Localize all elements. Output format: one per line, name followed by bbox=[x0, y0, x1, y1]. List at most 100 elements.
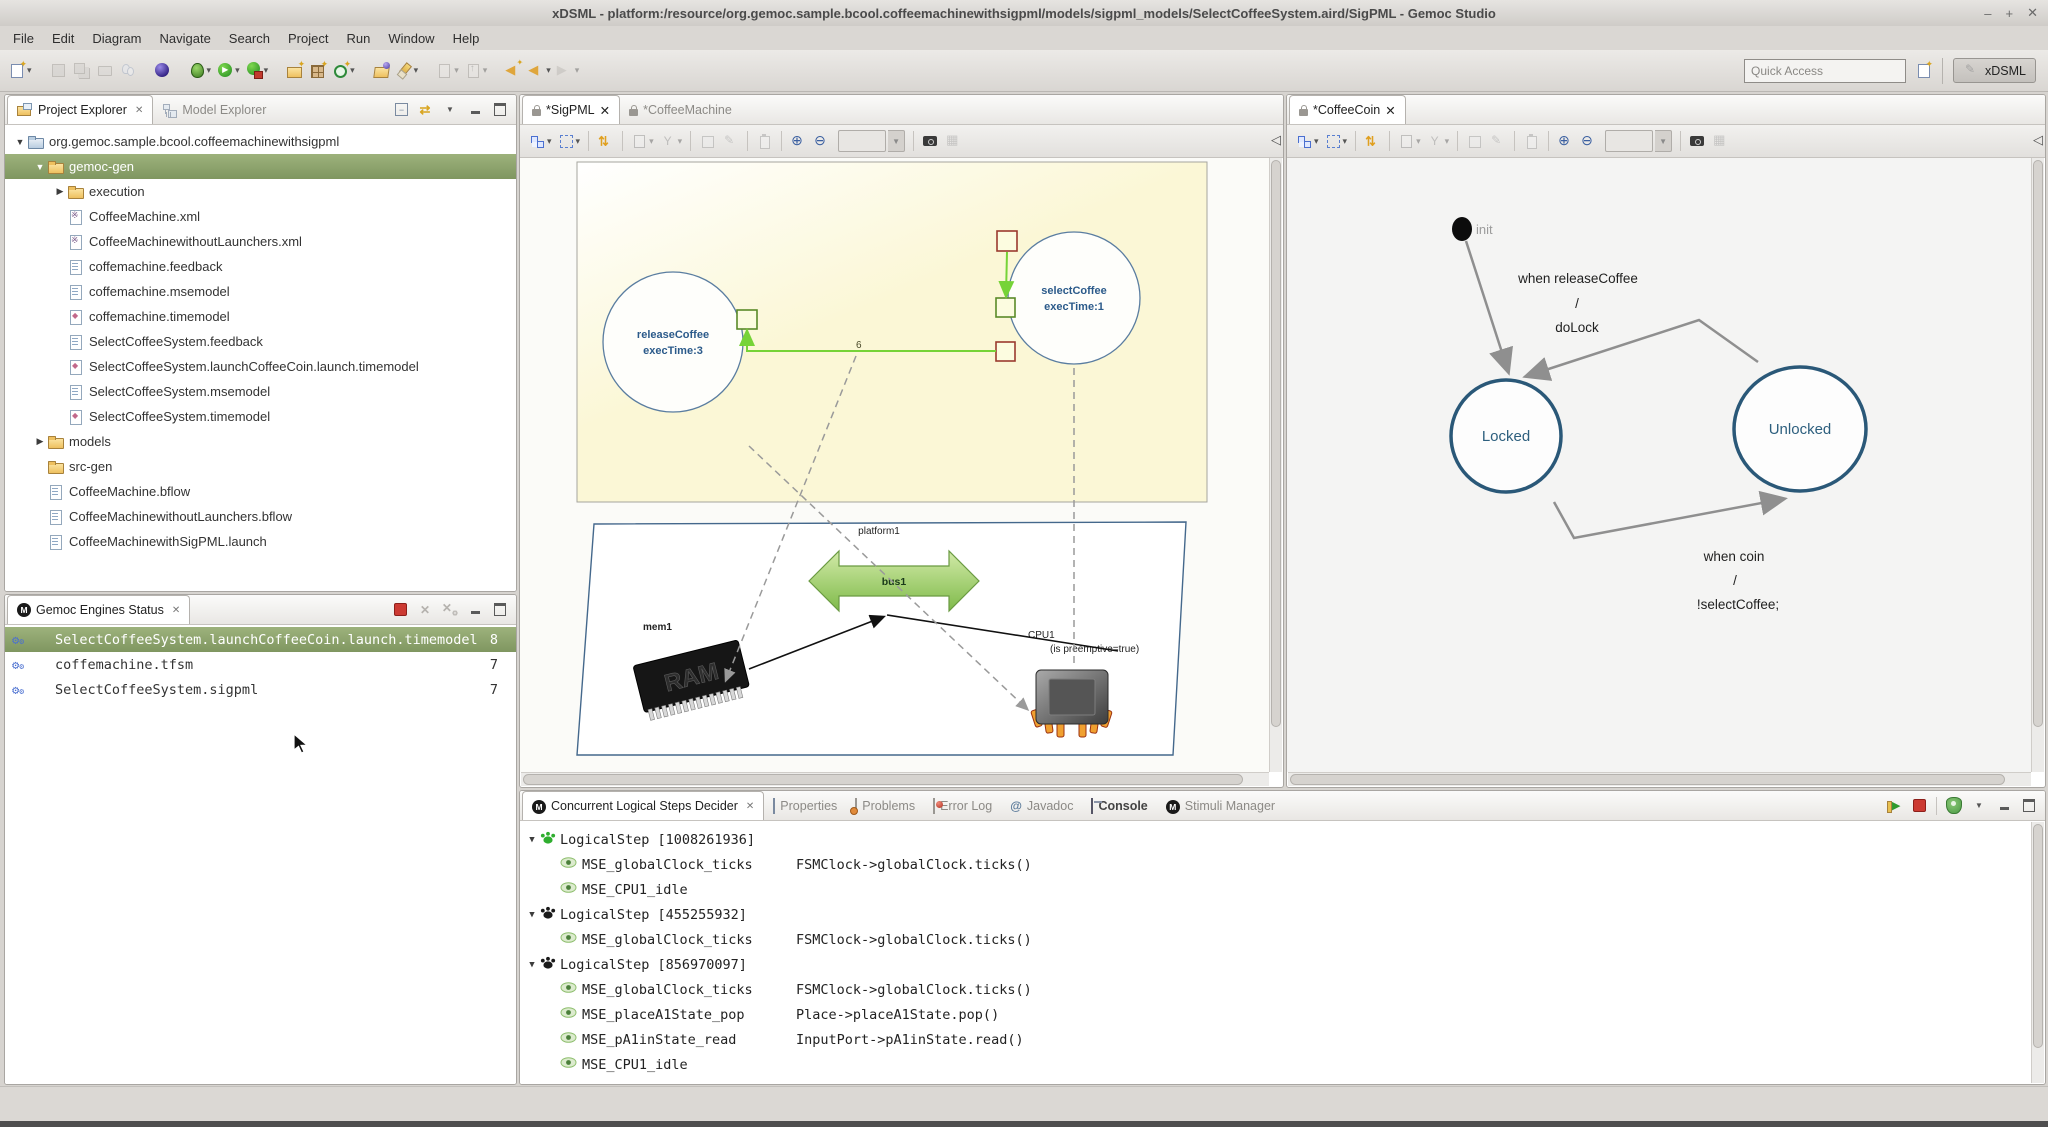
mse-event-row[interactable]: MSE_pA1inState_read InputPort->pA1inStat… bbox=[520, 1027, 2031, 1052]
tab-coffeemachine[interactable]: *CoffeeMachine bbox=[620, 96, 741, 124]
export-as-image-icon[interactable] bbox=[920, 128, 941, 154]
step-forward-icon[interactable] bbox=[1886, 798, 1902, 814]
stop-icon[interactable] bbox=[1911, 798, 1927, 814]
mse-event-row[interactable]: MSE_CPU1_idle bbox=[520, 1052, 2031, 1077]
tree-item-coffeemachinewithoutlaunchers-bflow[interactable]: CoffeeMachinewithoutLaunchers.bflow bbox=[5, 504, 516, 529]
layer-filter-icon[interactable]: ▾ bbox=[1294, 128, 1321, 154]
logical-step-row[interactable]: ▼ LogicalStep [1008261936] bbox=[520, 827, 2031, 852]
collapse-all-icon[interactable]: − bbox=[395, 103, 408, 116]
tree-item-selectcoffeesystem-timemodel[interactable]: SelectCoffeeSystem.timemodel bbox=[5, 404, 516, 429]
expand-arrow-icon[interactable]: ▶ bbox=[33, 436, 47, 447]
input-port-releasecoffee[interactable] bbox=[737, 310, 757, 329]
tab-sigpml[interactable]: *SigPML ✕ bbox=[522, 95, 620, 124]
sigpml-canvas[interactable]: platform1 bus1 RAM mem1 bbox=[520, 158, 1269, 772]
close-icon[interactable]: ✕ bbox=[135, 105, 143, 116]
engine-row-selectcoffeesystem-launchcoffeecoin-launch-timemodel[interactable]: ⚙⚙ SelectCoffeeSystem.launchCoffeeCoin.l… bbox=[5, 627, 516, 652]
tab-stimuli-manager[interactable]: M Stimuli Manager bbox=[1157, 792, 1284, 820]
last-edit-location-icon[interactable] bbox=[503, 58, 524, 84]
tree-item-coffemachine-timemodel[interactable]: coffemachine.timemodel bbox=[5, 304, 516, 329]
back-icon[interactable]: ▾ bbox=[526, 58, 553, 84]
vertical-scrollbar[interactable] bbox=[2031, 158, 2044, 772]
tab-gemoc-engines-status[interactable]: M Gemoc Engines Status ✕ bbox=[7, 595, 190, 624]
tree-item-coffemachine-msemodel[interactable]: coffemachine.msemodel bbox=[5, 279, 516, 304]
tab-properties[interactable]: Properties bbox=[764, 792, 846, 820]
new-project-icon[interactable] bbox=[284, 58, 305, 84]
stop-engine-icon[interactable] bbox=[392, 602, 408, 618]
expand-arrow-icon[interactable]: ▶ bbox=[53, 186, 67, 197]
search-icon[interactable]: ▾ bbox=[394, 58, 421, 84]
palette-toggle-icon[interactable]: ◁ bbox=[1271, 132, 1281, 148]
mse-event-row[interactable]: MSE_globalClock_ticks FSMClock->globalCl… bbox=[520, 977, 2031, 1002]
export-as-image-icon[interactable] bbox=[1687, 128, 1708, 154]
tree-item-coffeemachinewithsigpml-launch[interactable]: CoffeeMachinewithSigPML.launch bbox=[5, 529, 516, 554]
horizontal-scrollbar[interactable] bbox=[521, 772, 1269, 786]
selection-mode-icon[interactable]: ▾ bbox=[1323, 128, 1350, 154]
tab-problems[interactable]: Problems bbox=[846, 792, 924, 820]
tree-item-models[interactable]: ▶ models bbox=[5, 429, 516, 454]
tab-console[interactable]: Console bbox=[1082, 792, 1156, 820]
zoom-in-icon[interactable] bbox=[788, 128, 809, 154]
link-top-port[interactable] bbox=[1006, 252, 1007, 295]
actor-selectcoffee[interactable] bbox=[1008, 232, 1140, 364]
layer-filter-icon[interactable]: ▾ bbox=[527, 128, 554, 154]
collapse-arrow-icon[interactable]: ▼ bbox=[524, 835, 540, 845]
palette-toggle-icon[interactable]: ◁ bbox=[2033, 132, 2043, 148]
engine-row-coffemachine-tfsm[interactable]: ⚙⚙ coffemachine.tfsm 7 bbox=[5, 652, 516, 677]
engine-row-selectcoffeesystem-sigpml[interactable]: ⚙⚙ SelectCoffeeSystem.sigpml 7 bbox=[5, 677, 516, 702]
close-icon[interactable]: ✕ bbox=[600, 103, 610, 118]
logical-step-row[interactable]: ▼ LogicalStep [856970097] bbox=[520, 952, 2031, 977]
maximize-view-icon[interactable] bbox=[492, 102, 508, 118]
init-transition[interactable] bbox=[1466, 241, 1508, 371]
horizontal-scrollbar[interactable] bbox=[1288, 772, 2031, 786]
debug-icon[interactable]: ▾ bbox=[187, 58, 214, 84]
tab-coffeecoin[interactable]: *CoffeeCoin ✕ bbox=[1289, 95, 1406, 124]
output-port-bottom[interactable] bbox=[996, 342, 1015, 361]
refresh-diagram-icon[interactable] bbox=[595, 128, 616, 154]
tree-item-coffeemachine-xml[interactable]: CoffeeMachine.xml bbox=[5, 204, 516, 229]
tab-javadoc[interactable]: @ Javadoc bbox=[1001, 792, 1082, 820]
view-menu-icon[interactable]: ▼ bbox=[442, 102, 458, 118]
menu-help[interactable]: Help bbox=[444, 29, 489, 48]
quick-access-input[interactable] bbox=[1744, 59, 1906, 83]
tab-error-log[interactable]: Error Log bbox=[924, 792, 1001, 820]
gemoc-animator-icon[interactable] bbox=[152, 58, 173, 84]
actor-releasecoffee[interactable] bbox=[603, 272, 743, 412]
tab-model-explorer[interactable]: Model Explorer bbox=[153, 96, 275, 124]
external-tools-icon[interactable]: ▾ bbox=[244, 58, 271, 84]
menu-project[interactable]: Project bbox=[279, 29, 337, 48]
close-icon[interactable]: ✕ bbox=[172, 605, 180, 616]
minimize-view-icon[interactable] bbox=[467, 102, 483, 118]
tree-item-coffemachine-feedback[interactable]: coffemachine.feedback bbox=[5, 254, 516, 279]
zoom-out-icon[interactable] bbox=[811, 128, 832, 154]
window-maximize-button[interactable]: + bbox=[2006, 6, 2014, 21]
window-close-button[interactable]: ✕ bbox=[2027, 5, 2038, 21]
zoom-in-icon[interactable] bbox=[1555, 128, 1576, 154]
tree-item-selectcoffeesystem-feedback[interactable]: SelectCoffeeSystem.feedback bbox=[5, 329, 516, 354]
minimize-view-icon[interactable] bbox=[467, 602, 483, 618]
close-icon[interactable]: ✕ bbox=[1385, 103, 1395, 118]
refresh-diagram-icon[interactable] bbox=[1362, 128, 1383, 154]
tree-item-execution[interactable]: ▶ execution bbox=[5, 179, 516, 204]
vertical-scrollbar[interactable] bbox=[1269, 158, 1282, 772]
menu-run[interactable]: Run bbox=[337, 29, 379, 48]
link-with-editor-icon[interactable]: ⇄ bbox=[417, 102, 433, 118]
selection-mode-icon[interactable]: ▾ bbox=[556, 128, 583, 154]
zoom-out-icon[interactable] bbox=[1578, 128, 1599, 154]
collapse-arrow-icon[interactable]: ▼ bbox=[33, 162, 47, 172]
vertical-scrollbar[interactable] bbox=[2031, 822, 2044, 1083]
mse-event-row[interactable]: MSE_globalClock_ticks FSMClock->globalCl… bbox=[520, 852, 2031, 877]
mse-event-row[interactable]: MSE_placeA1State_pop Place->placeA1State… bbox=[520, 1002, 2031, 1027]
output-port-top[interactable] bbox=[997, 231, 1017, 251]
view-menu-icon[interactable]: ▼ bbox=[1971, 798, 1987, 814]
open-resource-icon[interactable] bbox=[371, 58, 392, 84]
logical-step-row[interactable]: ▼ LogicalStep [455255932] bbox=[520, 902, 2031, 927]
tree-item-gemoc-gen[interactable]: ▼ gemoc-gen bbox=[5, 154, 516, 179]
decider-shield-icon[interactable] bbox=[1946, 798, 1962, 814]
mse-event-row[interactable]: MSE_CPU1_idle bbox=[520, 877, 2031, 902]
tree-item-selectcoffeesystem-launchcoffeecoin-launch-timemodel[interactable]: SelectCoffeeSystem.launchCoffeeCoin.laun… bbox=[5, 354, 516, 379]
maximize-view-icon[interactable] bbox=[492, 602, 508, 618]
collapse-arrow-icon[interactable]: ▼ bbox=[524, 960, 540, 970]
close-icon[interactable]: ✕ bbox=[746, 801, 754, 812]
new-wizard-icon[interactable]: ▾ bbox=[7, 58, 34, 84]
tree-item-src-gen[interactable]: src-gen bbox=[5, 454, 516, 479]
